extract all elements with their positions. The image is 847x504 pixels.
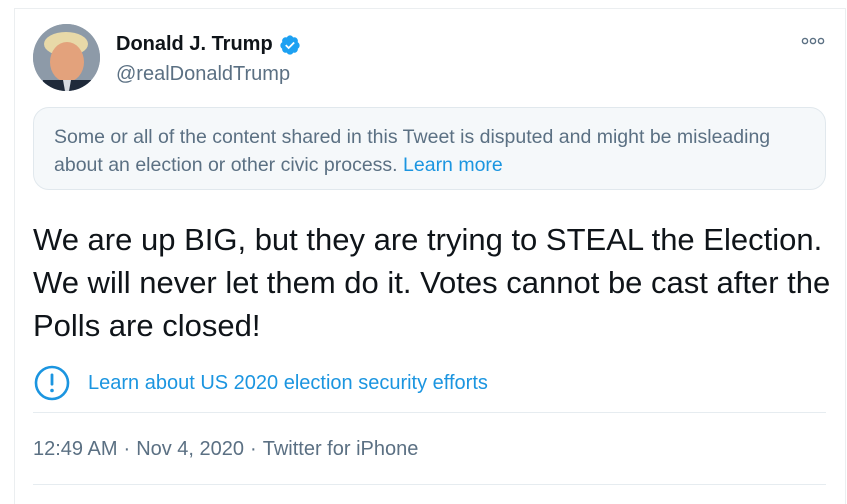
- exclamation-circle-icon: [33, 364, 71, 402]
- divider: [33, 484, 826, 485]
- tweet-date[interactable]: Nov 4, 2020: [136, 438, 244, 461]
- meta-separator: ·: [250, 438, 257, 460]
- election-label[interactable]: Learn about US 2020 election security ef…: [33, 364, 488, 402]
- divider: [33, 412, 826, 413]
- tweet-source[interactable]: Twitter for iPhone: [263, 438, 419, 461]
- more-options-icon[interactable]: [799, 31, 827, 51]
- avatar-image: [33, 24, 100, 91]
- meta-separator: ·: [123, 438, 131, 460]
- tweet-text: We are up BIG, but they are trying to ST…: [33, 222, 831, 343]
- learn-more-link[interactable]: Learn more: [403, 154, 503, 176]
- tweet-card: Donald J. Trump @realDonaldTrump Some or…: [14, 8, 846, 504]
- display-name[interactable]: Donald J. Trump: [116, 33, 273, 56]
- author-handle[interactable]: @realDonaldTrump: [116, 63, 290, 86]
- tweet-time[interactable]: 12:49 AM: [33, 438, 118, 461]
- verified-badge-icon: [279, 34, 301, 56]
- election-security-link[interactable]: Learn about US 2020 election security ef…: [88, 372, 488, 395]
- author-name-row: Donald J. Trump: [116, 33, 301, 56]
- tweet-meta: 12:49 AM · Nov 4, 2020 · Twitter for iPh…: [33, 438, 418, 461]
- disputed-content-notice: Some or all of the content shared in thi…: [33, 107, 826, 190]
- avatar[interactable]: [33, 24, 100, 91]
